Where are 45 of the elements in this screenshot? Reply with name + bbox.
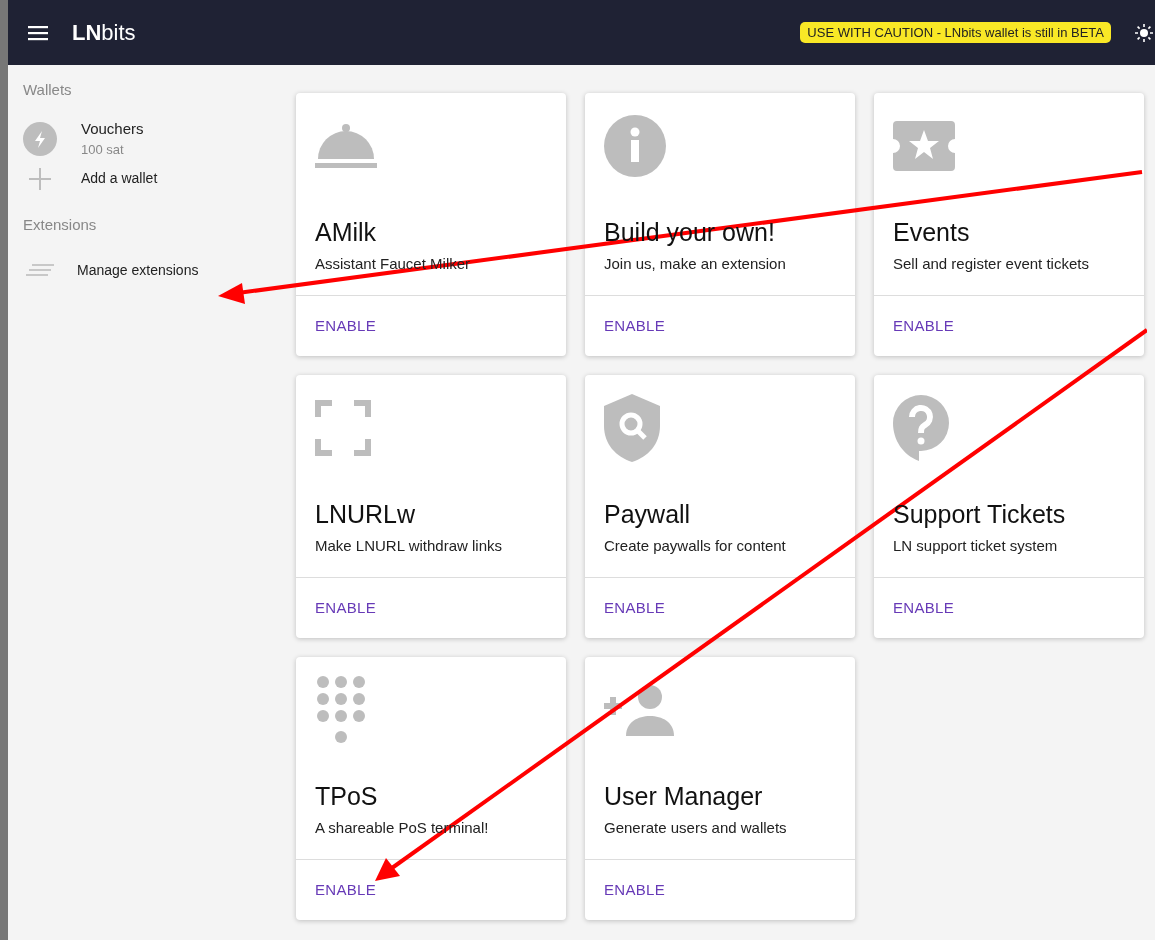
ticket-star-icon — [893, 121, 955, 171]
beta-warning: USE WITH CAUTION - LNbits wallet is still in BETA — [800, 21, 1111, 44]
extension-description: Make LNURL withdraw links — [315, 536, 503, 556]
extension-description: Generate users and wallets — [604, 818, 788, 838]
extension-description: Sell and register event tickets — [893, 254, 1090, 274]
add-wallet-label: Add a wallet — [81, 169, 158, 188]
info-icon — [604, 115, 666, 177]
enable-button[interactable]: ENABLE — [604, 597, 665, 620]
lightning-avatar-icon — [23, 121, 57, 156]
scan-frame-icon — [315, 400, 371, 456]
wallets-heading: Wallets — [23, 80, 73, 100]
enable-button[interactable]: ENABLE — [893, 597, 954, 620]
extension-title: Events — [893, 217, 971, 247]
brand-logo[interactable]: LNbits — [72, 16, 136, 49]
shield-search-icon — [604, 394, 660, 462]
add-wallet-item[interactable]: Add a wallet — [23, 167, 263, 190]
sun-icon[interactable] — [1135, 23, 1153, 42]
enable-button[interactable]: ENABLE — [893, 315, 954, 338]
extensions-heading: Extensions — [23, 214, 98, 235]
wallet-balance: 100 sat — [81, 141, 125, 159]
manage-extensions-item[interactable]: Manage extensions — [23, 260, 263, 281]
manage-extensions-label: Manage extensions — [77, 261, 199, 280]
extension-title: User Manager — [604, 781, 764, 811]
extension-title: TPoS — [315, 781, 379, 811]
menu-icon[interactable] — [28, 24, 48, 41]
extension-title: Support Tickets — [893, 499, 1067, 529]
lines-icon — [26, 262, 54, 279]
plus-icon — [29, 167, 51, 190]
enable-button[interactable]: ENABLE — [315, 597, 376, 620]
extension-title: LNURLw — [315, 499, 417, 529]
extension-description: Create paywalls for content — [604, 536, 787, 556]
add-person-icon — [604, 684, 676, 736]
question-bubble-icon — [893, 395, 949, 461]
cloche-icon — [315, 123, 377, 169]
enable-button[interactable]: ENABLE — [604, 879, 665, 902]
extension-description: LN support ticket system — [893, 536, 1059, 556]
extension-description: Join us, make an extension — [604, 254, 787, 274]
enable-button[interactable]: ENABLE — [315, 879, 376, 902]
extension-title: AMilk — [315, 217, 378, 247]
enable-button[interactable]: ENABLE — [604, 315, 665, 338]
wallet-name: Vouchers — [81, 118, 144, 139]
wallet-item[interactable]: Vouchers 100 sat — [23, 117, 263, 160]
enable-button[interactable]: ENABLE — [315, 315, 376, 338]
keypad-icon — [315, 675, 367, 745]
extension-title: Paywall — [604, 499, 692, 529]
